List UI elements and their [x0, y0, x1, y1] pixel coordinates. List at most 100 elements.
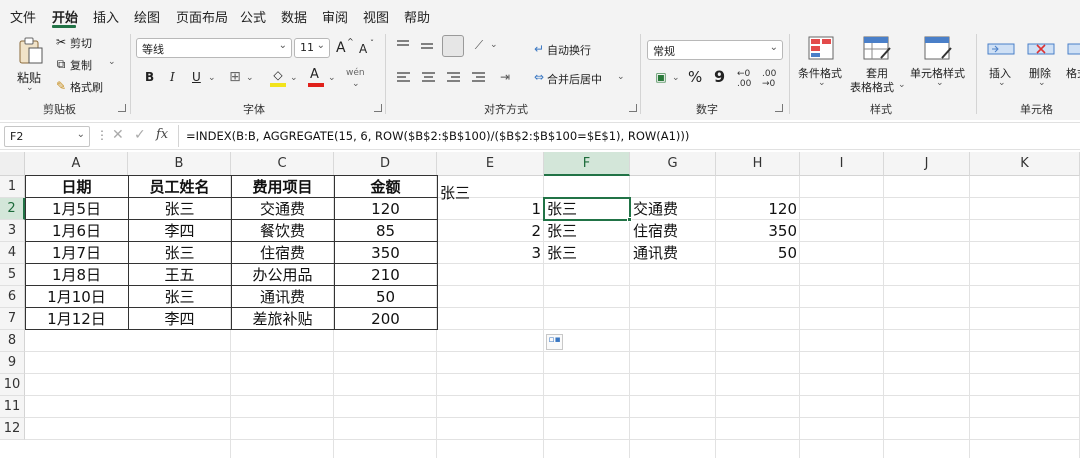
- table-data-cell[interactable]: 李四: [128, 220, 231, 242]
- column-header-g[interactable]: G: [630, 152, 716, 176]
- shrink-font-button[interactable]: A: [359, 42, 367, 56]
- row-header-4[interactable]: 4: [0, 242, 25, 264]
- menu-draw[interactable]: 绘图: [134, 7, 160, 26]
- worksheet-grid[interactable]: ABCDEFGHIJK 1 2 3 4 5 6 7 8 9 10 11 12 日期 员工姓名 费用项目 金额…: [0, 152, 1080, 458]
- format-as-table-button[interactable]: 套用 表格格式 ⌄: [850, 34, 906, 96]
- result-amount-cell[interactable]: 350: [716, 220, 800, 242]
- column-header-e[interactable]: E: [437, 152, 544, 176]
- result-amount-cell[interactable]: 120: [716, 198, 800, 220]
- table-data-cell[interactable]: 差旅补贴: [231, 308, 334, 330]
- menu-view[interactable]: 视图: [363, 7, 389, 26]
- phonetic-dropdown-icon[interactable]: ⌄: [352, 79, 360, 89]
- table-header-cell[interactable]: 日期: [25, 176, 128, 198]
- row-header-11[interactable]: 11: [0, 396, 25, 418]
- delete-cells-button[interactable]: 删除 ⌄: [1024, 34, 1058, 94]
- result-item-cell[interactable]: 交通费: [630, 198, 716, 220]
- menu-page-layout[interactable]: 页面布局: [176, 7, 228, 26]
- decrease-decimal-icon[interactable]: .00 →0: [762, 69, 776, 89]
- wrap-text-icon[interactable]: ↵: [530, 40, 548, 58]
- column-header-d[interactable]: D: [334, 152, 437, 176]
- italic-button[interactable]: I: [170, 70, 175, 84]
- column-header-i[interactable]: I: [800, 152, 884, 176]
- underline-dropdown-icon[interactable]: ⌄: [208, 73, 216, 83]
- font-color-button[interactable]: A: [306, 66, 326, 88]
- table-data-cell[interactable]: 200: [334, 308, 437, 330]
- cut-icon[interactable]: ✂: [52, 33, 70, 51]
- table-data-cell[interactable]: 办公用品: [231, 264, 334, 286]
- table-header-cell[interactable]: 金额: [334, 176, 437, 198]
- result-item-cell[interactable]: 通讯费: [630, 242, 716, 264]
- borders-dropdown-icon[interactable]: ⌄: [246, 73, 254, 83]
- menu-data[interactable]: 数据: [281, 7, 307, 26]
- table-header-cell[interactable]: 员工姓名: [128, 176, 231, 198]
- cell-styles-button[interactable]: 单元格样式 ⌄: [908, 34, 968, 94]
- wrap-text-button[interactable]: 自动换行: [547, 42, 591, 58]
- comma-button[interactable]: 9: [714, 67, 725, 86]
- table-data-cell[interactable]: 1月5日: [25, 198, 128, 220]
- orientation-icon[interactable]: ⟋: [470, 36, 488, 54]
- cut-label[interactable]: 剪切: [70, 35, 92, 51]
- result-amount-cell[interactable]: 50: [716, 242, 800, 264]
- format-painter-icon[interactable]: ✎: [52, 77, 70, 95]
- menu-help[interactable]: 帮助: [404, 7, 430, 26]
- merge-center-button[interactable]: 合并后居中: [547, 71, 602, 87]
- result-index-cell[interactable]: 3: [437, 242, 544, 264]
- result-item-cell[interactable]: 住宿费: [630, 220, 716, 242]
- clipboard-launcher-icon[interactable]: [118, 104, 126, 112]
- merge-dropdown-icon[interactable]: ⌄: [617, 72, 625, 82]
- phonetic-icon[interactable]: wén: [346, 68, 365, 78]
- column-header-b[interactable]: B: [128, 152, 231, 176]
- menu-insert[interactable]: 插入: [93, 7, 119, 26]
- format-painter-label[interactable]: 格式刷: [70, 79, 103, 95]
- result-name-cell[interactable]: 张三: [544, 220, 630, 242]
- fill-handle[interactable]: [627, 217, 632, 222]
- table-data-cell[interactable]: 1月6日: [25, 220, 128, 242]
- font-color-dropdown-icon[interactable]: ⌄: [328, 73, 336, 83]
- font-name-select[interactable]: 等线 ⌄: [136, 38, 292, 58]
- row-header-9[interactable]: 9: [0, 352, 25, 374]
- table-data-cell[interactable]: 张三: [128, 198, 231, 220]
- table-data-cell[interactable]: 120: [334, 198, 437, 220]
- copy-label[interactable]: 复制: [70, 57, 92, 73]
- increase-decimal-icon[interactable]: ←0.00: [737, 69, 751, 89]
- align-bottom-button[interactable]: [442, 35, 464, 57]
- paste-button[interactable]: 粘贴 ⌄: [12, 34, 48, 93]
- row-header-3[interactable]: 3: [0, 220, 25, 242]
- table-data-cell[interactable]: 350: [334, 242, 437, 264]
- column-header-f[interactable]: F: [544, 152, 630, 176]
- insert-function-icon[interactable]: fx: [156, 127, 168, 142]
- table-data-cell[interactable]: 1月12日: [25, 308, 128, 330]
- table-data-cell[interactable]: 1月8日: [25, 264, 128, 286]
- formula-input[interactable]: =INDEX(B:B, AGGREGATE(15, 6, ROW($B$2:$B…: [186, 129, 689, 143]
- result-name-cell[interactable]: 张三: [544, 242, 630, 264]
- insert-cells-button[interactable]: 插入 ⌄: [984, 34, 1018, 94]
- row-header-8[interactable]: 8: [0, 330, 25, 352]
- table-data-cell[interactable]: 住宿费: [231, 242, 334, 264]
- fill-color-dropdown-icon[interactable]: ⌄: [290, 73, 298, 83]
- table-data-cell[interactable]: 张三: [128, 242, 231, 264]
- percent-button[interactable]: %: [688, 68, 702, 86]
- paste-dropdown-icon[interactable]: ⌄: [26, 83, 34, 93]
- row-header-12[interactable]: 12: [0, 418, 25, 440]
- table-data-cell[interactable]: 王五: [128, 264, 231, 286]
- confirm-formula-icon[interactable]: ✓: [134, 127, 146, 143]
- alignment-launcher-icon[interactable]: [629, 104, 637, 112]
- table-data-cell[interactable]: 1月7日: [25, 242, 128, 264]
- paste-options-icon[interactable]: ▫▪: [546, 334, 563, 350]
- table-data-cell[interactable]: 李四: [128, 308, 231, 330]
- horizontal-align-icons[interactable]: [394, 70, 494, 86]
- row-header-5[interactable]: 5: [0, 264, 25, 286]
- copy-dropdown-icon[interactable]: ⌄: [108, 57, 116, 67]
- column-header-c[interactable]: C: [231, 152, 334, 176]
- row-header-6[interactable]: 6: [0, 286, 25, 308]
- table-data-cell[interactable]: 张三: [128, 286, 231, 308]
- menu-formulas[interactable]: 公式: [240, 7, 266, 26]
- format-cells-button[interactable]: 格式: [1064, 34, 1080, 94]
- font-launcher-icon[interactable]: [374, 104, 382, 112]
- select-all-corner[interactable]: [0, 152, 25, 176]
- cancel-formula-icon[interactable]: ✕: [112, 127, 124, 143]
- row-header-10[interactable]: 10: [0, 374, 25, 396]
- number-format-select[interactable]: 常规 ⌄: [647, 40, 783, 60]
- conditional-formatting-button[interactable]: 条件格式 ⌄: [796, 34, 846, 94]
- grow-font-button[interactable]: A: [336, 40, 346, 56]
